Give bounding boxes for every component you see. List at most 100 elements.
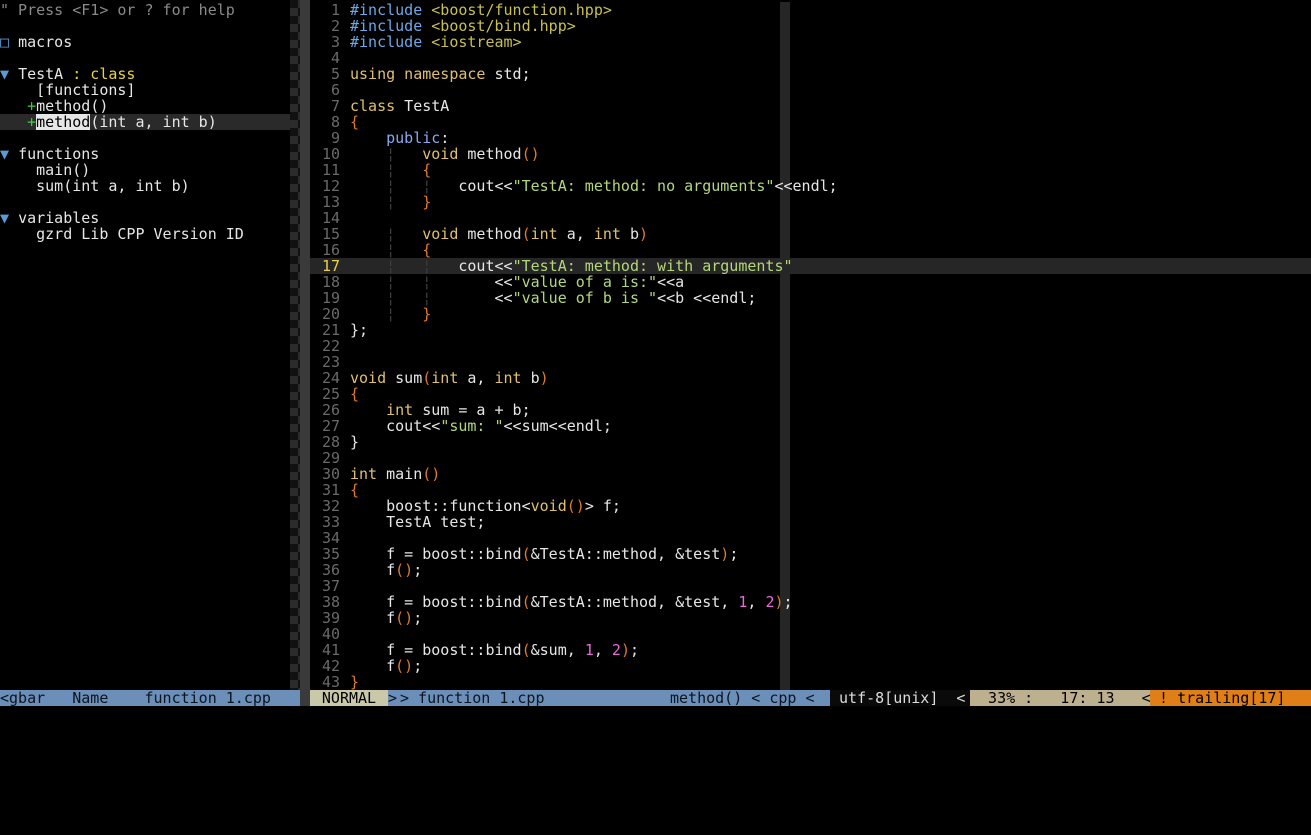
tagbar-line[interactable]: main(): [0, 162, 290, 178]
code-token: cout<<: [431, 177, 513, 195]
code-line[interactable]: 28}: [310, 434, 1311, 450]
code-line[interactable]: 1 #include <boost/function.hpp>: [310, 2, 1311, 18]
code-line[interactable]: 27 cout<<"sum: "<<sum<<endl;: [310, 418, 1311, 434]
code-token: #include: [350, 33, 432, 51]
code-token: <iostream>: [431, 33, 522, 51]
code-line[interactable]: 33 TestA test;: [310, 514, 1311, 530]
code-editor[interactable]: 1 #include <boost/function.hpp> 2 #include …: [310, 2, 1311, 690]
tagbar-line: [0, 130, 290, 146]
code-line[interactable]: 6: [310, 82, 1311, 98]
command-line[interactable]: [0, 706, 1311, 720]
tagbar-line[interactable]: ▼ functions: [0, 146, 290, 162]
status-position: 33% : 17: 13 <: [970, 690, 1150, 706]
code-line[interactable]: 40: [310, 626, 1311, 642]
code-line[interactable]: 16 ¦ {: [310, 242, 1311, 258]
line-number: 33: [321, 513, 340, 531]
tagbar-line[interactable]: +method(int a, int b): [0, 114, 290, 130]
code-line[interactable]: 35 f = boost::bind(&TestA::method, &test…: [310, 546, 1311, 562]
code-token: a,: [557, 225, 594, 243]
line-number: 38: [321, 593, 340, 611]
code-token: main: [377, 465, 423, 483]
code-line[interactable]: 34: [310, 530, 1311, 546]
code-token: TestA: [395, 97, 450, 115]
code-line[interactable]: 18 ¦ ¦ <<"value of a is:"<<a: [310, 274, 1311, 290]
tagbar-indent: [0, 226, 36, 242]
code-line[interactable]: 38 f = boost::bind(&TestA::method, &test…: [310, 594, 1311, 610]
tagbar-line[interactable]: +method(): [0, 98, 290, 114]
code-line[interactable]: 25{: [310, 386, 1311, 402]
line-number: 3: [330, 33, 340, 51]
line-number: 31: [321, 481, 340, 499]
tagbar-tag-name: macros: [18, 34, 73, 50]
code-line[interactable]: 31{: [310, 482, 1311, 498]
code-line[interactable]: 2 #include <boost/bind.hpp>: [310, 18, 1311, 34]
code-token: (): [395, 657, 414, 675]
code-line[interactable]: 3 #include <iostream>: [310, 34, 1311, 50]
code-line[interactable]: 37: [310, 578, 1311, 594]
tagbar-line: [0, 18, 290, 34]
fold-toggle-icon: □: [0, 34, 19, 50]
code-line[interactable]: 39 f();: [310, 610, 1311, 626]
line-number: 16: [321, 241, 340, 259]
code-line[interactable]: 36 f();: [310, 562, 1311, 578]
code-line[interactable]: 24 void sum(int a, int b): [310, 370, 1311, 386]
vertical-split-separator[interactable]: [300, 0, 310, 690]
code-token: ): [774, 593, 784, 611]
tagbar-line[interactable]: gzrd_Lib_CPP_Version_ID: [0, 226, 290, 242]
line-number: 22: [321, 337, 340, 355]
code-line[interactable]: 13 ¦ }: [310, 194, 1311, 210]
line-number: 37: [321, 577, 340, 595]
code-line[interactable]: 41 f = boost::bind(&sum, 1, 2);: [310, 642, 1311, 658]
code-line[interactable]: 5 using namespace std;: [310, 66, 1311, 82]
code-token: ;: [413, 561, 423, 579]
code-line[interactable]: 17 ¦ ¦ cout<<"TestA: method: with argume…: [310, 258, 1311, 274]
fold-toggle-icon: ▼: [0, 210, 19, 226]
code-line[interactable]: 42 f();: [310, 658, 1311, 674]
code-line[interactable]: 43}: [310, 674, 1311, 690]
tagbar-line[interactable]: ▼ TestA : class: [0, 66, 290, 82]
code-line[interactable]: 29: [310, 450, 1311, 466]
code-line[interactable]: 20 ¦ }: [310, 306, 1311, 322]
line-number: 41: [321, 641, 340, 659]
tagbar-line[interactable]: ▼ variables: [0, 210, 290, 226]
tagbar-line[interactable]: sum(int a, int b): [0, 178, 290, 194]
code-line[interactable]: 14: [310, 210, 1311, 226]
code-line[interactable]: 23: [310, 354, 1311, 370]
code-line[interactable]: 19 ¦ ¦ <<"value of b is "<<b <<endl;: [310, 290, 1311, 306]
code-line[interactable]: 26 int sum = a + b;: [310, 402, 1311, 418]
code-line[interactable]: 12 ¦ ¦ cout<<"TestA: method: no argument…: [310, 178, 1311, 194]
code-line[interactable]: 11 ¦ {: [310, 162, 1311, 178]
code-line[interactable]: 4: [310, 50, 1311, 66]
code-line[interactable]: 32 boost::function<void()> f;: [310, 498, 1311, 514]
code-line[interactable]: 7 class TestA: [310, 98, 1311, 114]
code-token: ;: [413, 657, 423, 675]
line-number: 20: [321, 305, 340, 323]
status-file: > function_1.cpp method() < cpp <: [400, 690, 830, 706]
code-token: f: [350, 609, 396, 627]
tagbar-tag-kind: : class: [63, 66, 136, 82]
code-token: > f;: [584, 497, 621, 515]
tagbar-indent: [0, 98, 27, 114]
tagbar-tag-name: functions: [18, 146, 100, 162]
code-line[interactable]: 10 ¦ void method(): [310, 146, 1311, 162]
tagbar-line[interactable]: [functions]: [0, 82, 290, 98]
line-number: 28: [321, 433, 340, 451]
code-line[interactable]: 21};: [310, 322, 1311, 338]
code-line[interactable]: 30 int main(): [310, 466, 1311, 482]
code-line[interactable]: 22: [310, 338, 1311, 354]
tagbar-line[interactable]: □ macros: [0, 34, 290, 50]
tagbar-panel[interactable]: " Press <F1> or ? for help □ macros ▼ Test…: [0, 2, 290, 690]
code-token: void: [530, 497, 567, 515]
code-line[interactable]: 8{: [310, 114, 1311, 130]
code-line[interactable]: 15 ¦ void method(int a, int b): [310, 226, 1311, 242]
line-number: 4: [330, 49, 340, 67]
code-token: (): [395, 561, 414, 579]
line-number: 30: [321, 465, 340, 483]
code-token: int: [431, 369, 459, 387]
code-line[interactable]: 9 public:: [310, 130, 1311, 146]
line-number: 25: [321, 385, 340, 403]
public-visibility-icon: +: [27, 98, 37, 114]
tagbar-tag-signature: (): [90, 98, 109, 114]
line-number: 27: [321, 417, 340, 435]
